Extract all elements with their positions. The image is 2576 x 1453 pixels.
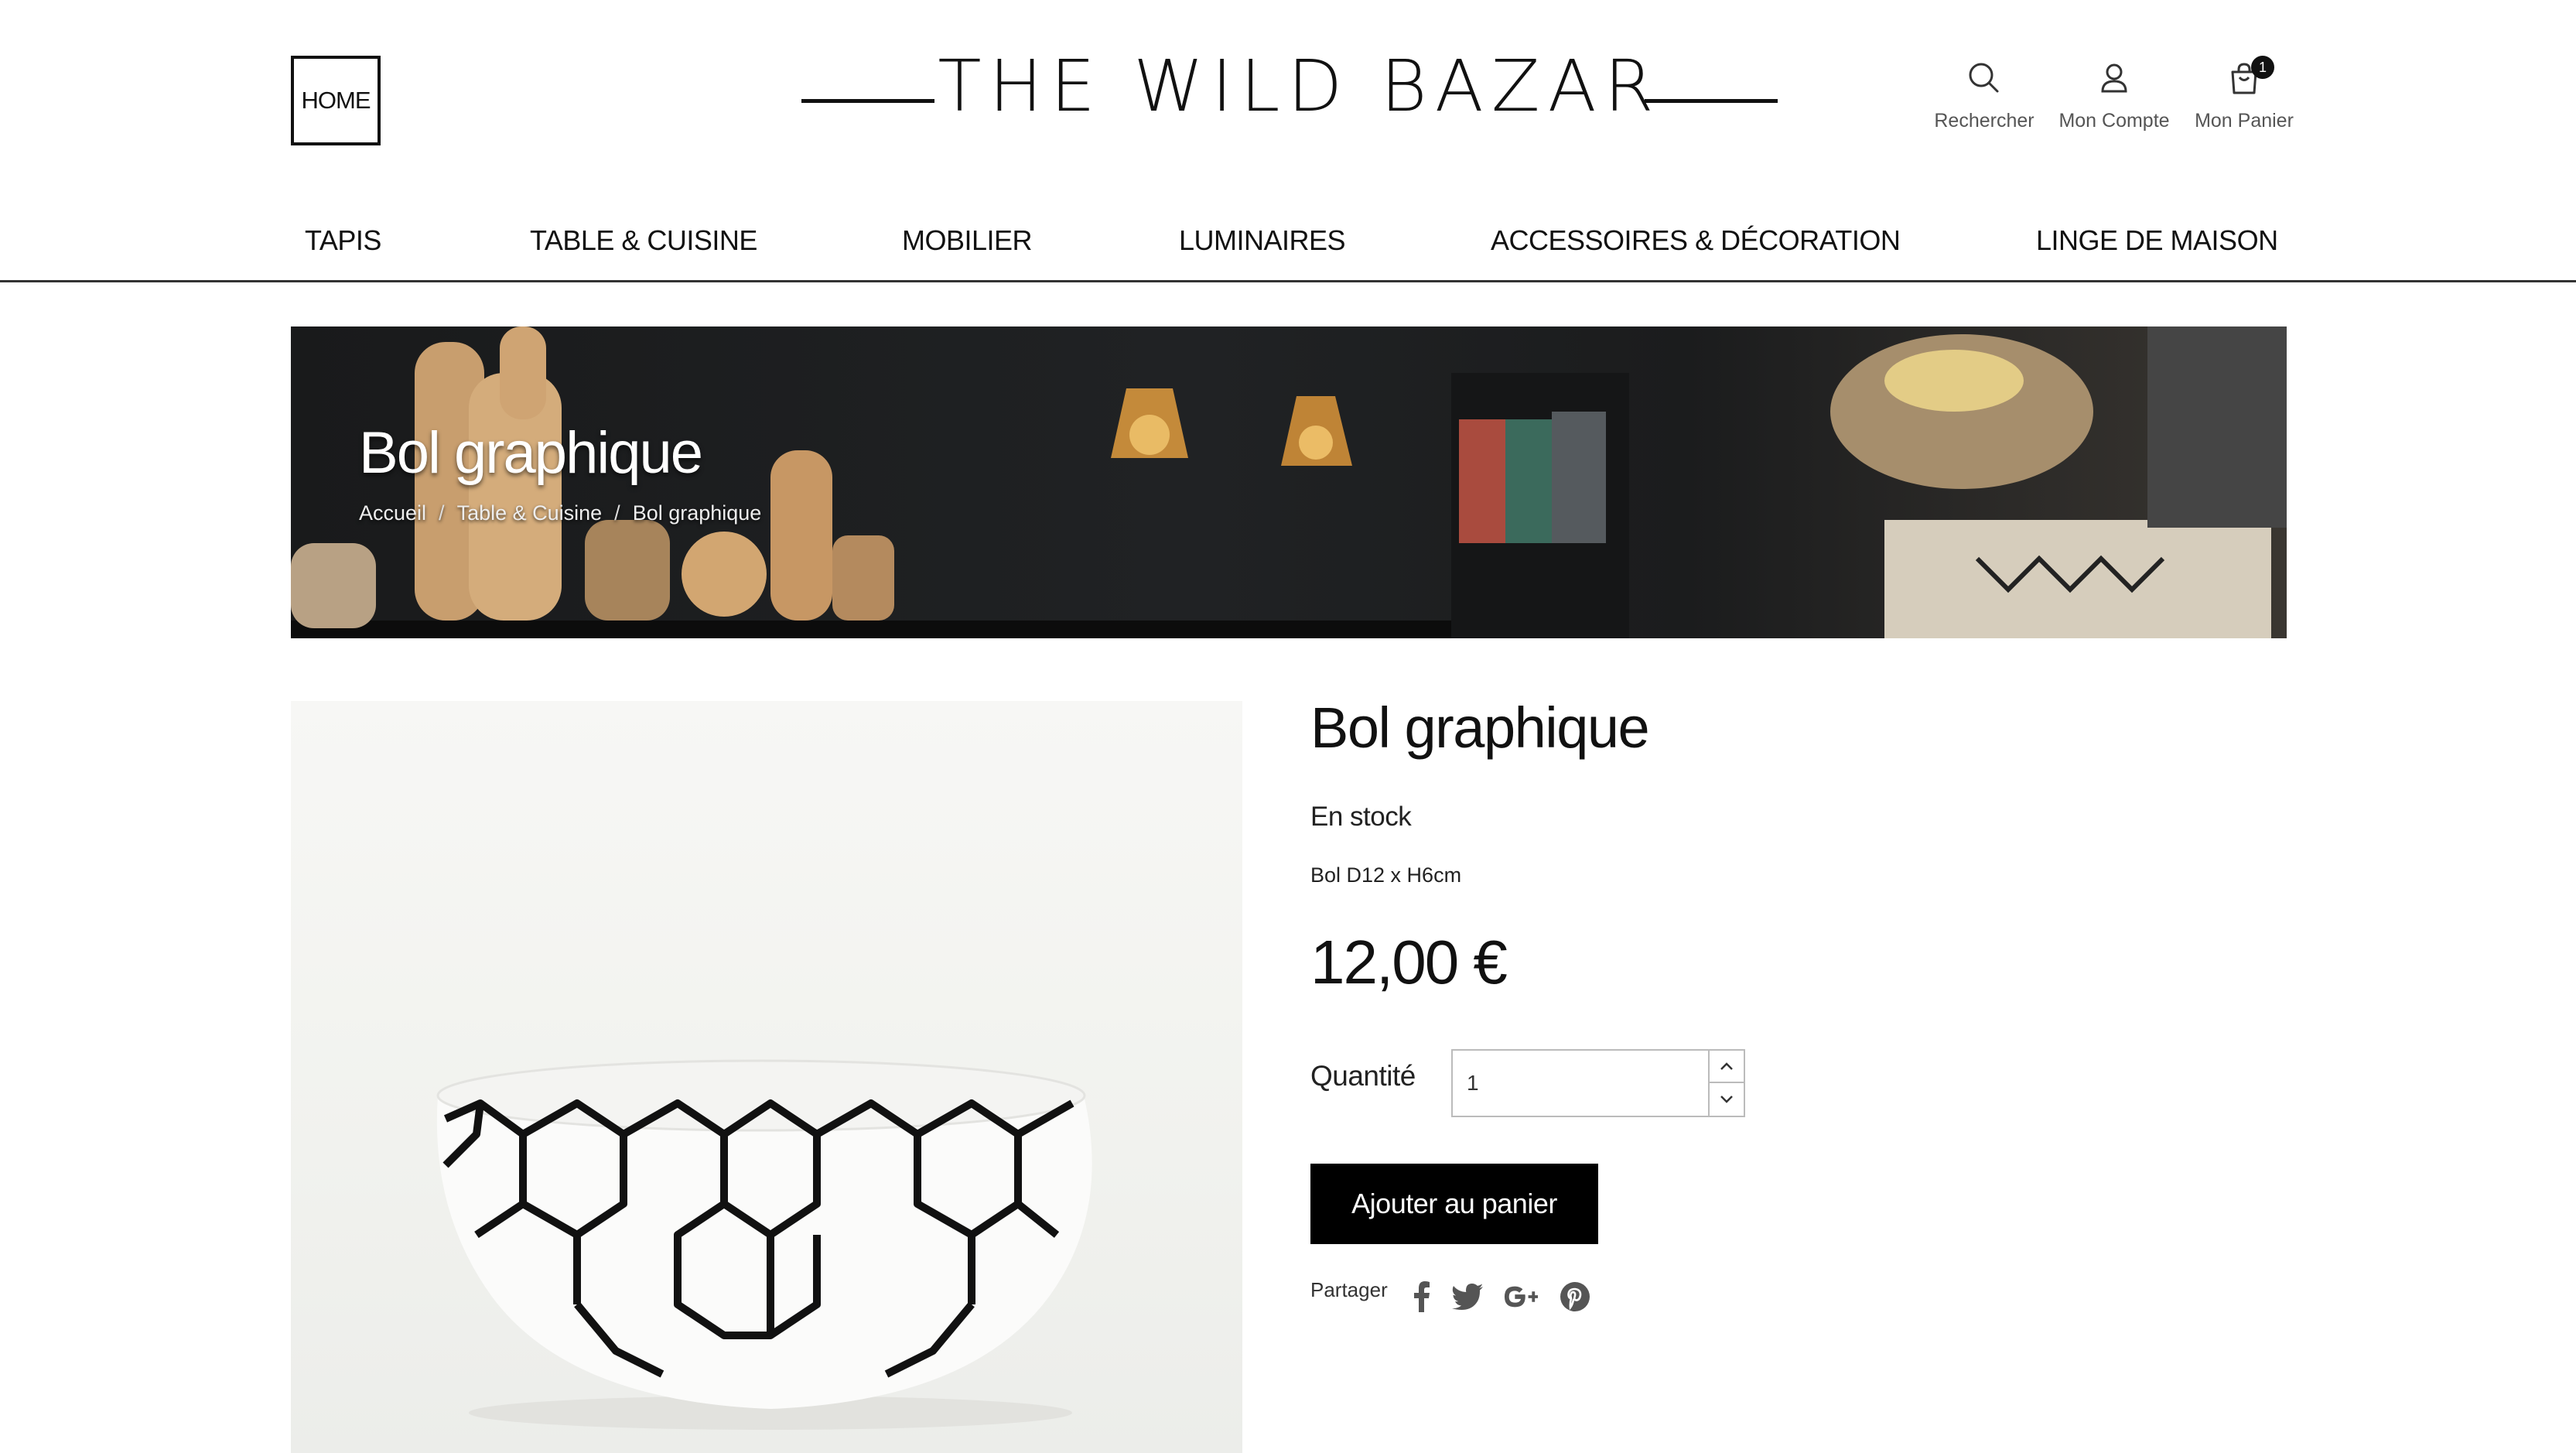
cart-count-badge: 1	[2251, 56, 2274, 79]
breadcrumb: Accueil / Table & Cuisine / Bol graphique	[359, 501, 761, 525]
hero-banner: Bol graphique Accueil / Table & Cuisine / Bo…	[291, 326, 2287, 638]
main-nav: TAPIS TABLE & CUISINE MOBILIER LUMINAIRE…	[0, 209, 2576, 282]
home-logo[interactable]: HOME	[291, 56, 381, 145]
nav-item-mobilier[interactable]: MOBILIER	[902, 224, 1033, 257]
share-label: Partager	[1310, 1278, 1388, 1301]
google-plus-icon[interactable]	[1504, 1280, 1538, 1314]
home-logo-text: HOME	[301, 87, 371, 114]
stock-status: En stock	[1310, 802, 1412, 832]
cart-label: Mon Panier	[2195, 110, 2294, 132]
product-title: Bol graphique	[1310, 696, 1650, 760]
add-to-cart-button[interactable]: Ajouter au panier	[1310, 1164, 1598, 1244]
breadcrumb-category-link[interactable]: Table & Cuisine	[457, 501, 603, 525]
quantity-decrease-button[interactable]	[1708, 1083, 1744, 1116]
nav-item-table-cuisine[interactable]: TABLE & CUISINE	[530, 224, 757, 257]
hero-title: Bol graphique	[359, 420, 703, 486]
breadcrumb-separator: /	[439, 501, 445, 525]
quantity-stepper	[1451, 1049, 1745, 1117]
nav-item-accessoires-decoration[interactable]: ACCESSOIRES & DÉCORATION	[1491, 224, 1901, 257]
bowl-photo	[436, 1059, 1092, 1430]
nav-item-tapis[interactable]: TAPIS	[305, 224, 381, 257]
brand-title[interactable]: THE WILD BAZAR	[913, 51, 1686, 122]
twitter-icon[interactable]	[1450, 1280, 1484, 1314]
nav-item-linge-de-maison[interactable]: LINGE DE MAISON	[2036, 224, 2278, 257]
nav-item-luminaires[interactable]: LUMINAIRES	[1179, 224, 1346, 257]
quantity-increase-button[interactable]	[1708, 1051, 1744, 1083]
product-price: 12,00 €	[1310, 928, 1508, 997]
account-label: Mon Compte	[2058, 110, 2170, 132]
breadcrumb-separator: /	[614, 501, 620, 525]
cart-button[interactable]: 1 Mon Panier	[2186, 56, 2302, 132]
pinterest-icon[interactable]	[1558, 1280, 1592, 1314]
chevron-up-icon	[1720, 1062, 1733, 1070]
user-icon	[2101, 63, 2127, 93]
chevron-down-icon	[1720, 1096, 1733, 1103]
product-description: Bol D12 x H6cm	[1310, 863, 1462, 887]
search-icon	[1969, 63, 1999, 93]
breadcrumb-current: Bol graphique	[632, 501, 762, 525]
quantity-label: Quantité	[1310, 1060, 1416, 1092]
account-button[interactable]: Mon Compte	[2056, 60, 2172, 132]
search-label: Rechercher	[1934, 110, 2034, 132]
product-image[interactable]	[291, 701, 1242, 1453]
breadcrumb-home-link[interactable]: Accueil	[359, 501, 426, 525]
brand-right-rule	[1645, 99, 1778, 103]
quantity-input[interactable]	[1453, 1051, 1707, 1116]
facebook-icon[interactable]	[1405, 1280, 1439, 1314]
search-button[interactable]: Rechercher	[1926, 60, 2042, 132]
